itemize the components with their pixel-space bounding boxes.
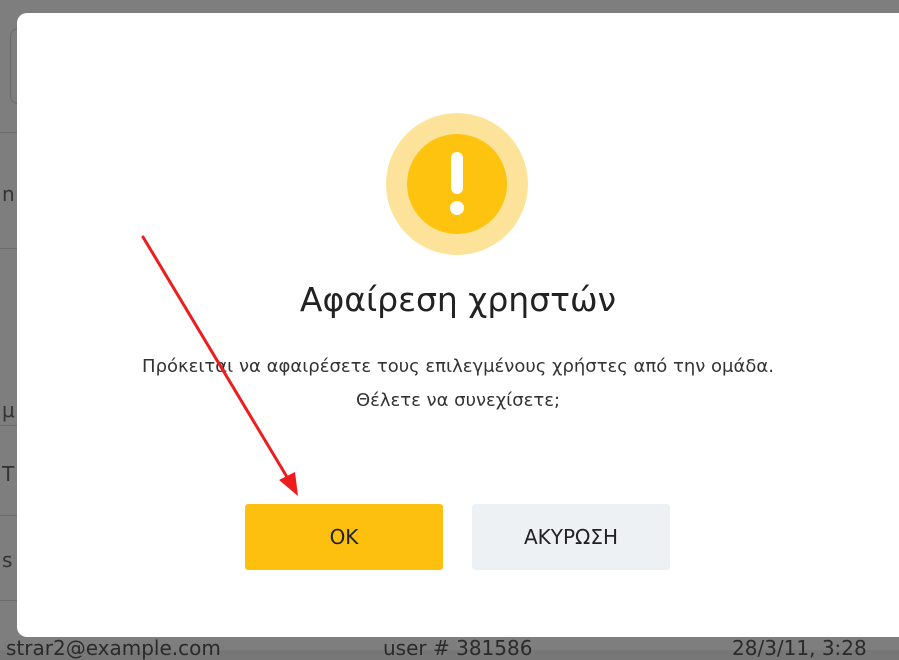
background-text: s (2, 548, 13, 572)
exclamation-icon (386, 113, 528, 255)
cancel-button[interactable]: ΑΚΥΡΩΣΗ (472, 504, 670, 570)
background-text: μ (2, 398, 15, 422)
user-cell: user # 381586 (383, 636, 533, 660)
email-cell: strar2@example.com (6, 636, 221, 660)
background-text: T (2, 462, 15, 486)
background-text: n (2, 182, 15, 206)
dialog-message: Πρόκειται να αφαιρέσετε τους επιλεγμένου… (142, 356, 774, 411)
date-cell: 28/3/11, 3:28 (732, 636, 867, 660)
exclamation-icon-circle (407, 134, 507, 234)
dialog-title: Αφαίρεση χρηστών (299, 280, 617, 319)
exclamation-dot (450, 201, 464, 215)
confirm-dialog (17, 13, 899, 637)
exclamation-bar (451, 152, 463, 194)
ok-button[interactable]: OK (245, 504, 443, 570)
